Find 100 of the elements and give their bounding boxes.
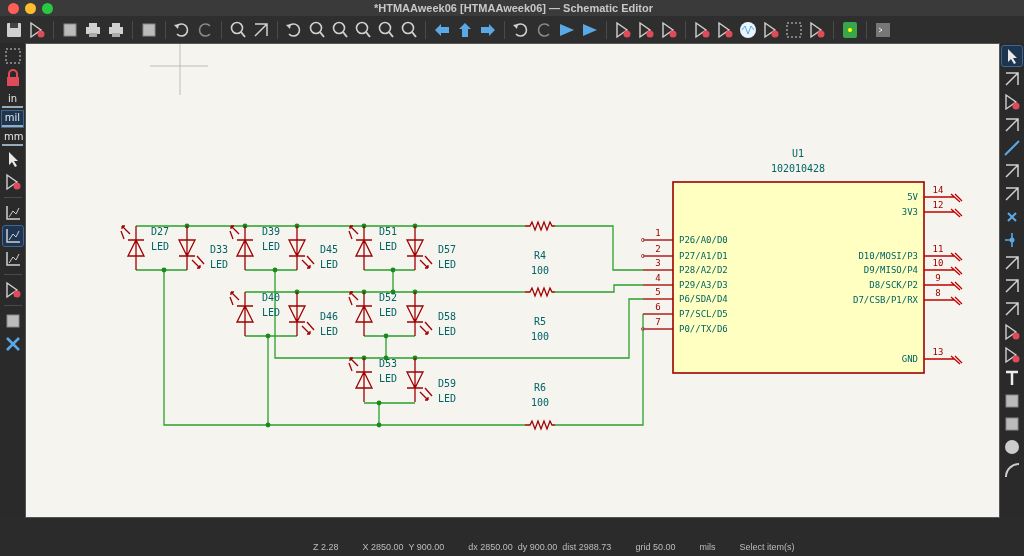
led-symbol <box>288 291 315 337</box>
resistor-reference: R5 <box>534 316 546 327</box>
pin-name: P7/SCL/D5 <box>679 309 728 319</box>
led-value: LED <box>379 241 398 252</box>
led-value: LED <box>210 259 229 270</box>
zoom-objects-icon[interactable] <box>376 19 396 40</box>
led-value: LED <box>262 307 281 318</box>
pin-number: 12 <box>932 200 944 210</box>
resistor-value: 100 <box>530 331 550 342</box>
pin-name: P29/A3/D3 <box>679 280 728 290</box>
led-symbol <box>348 357 374 403</box>
junction-dot <box>361 289 367 295</box>
led-symbol <box>229 291 255 337</box>
zoom-window-button[interactable] <box>42 2 53 14</box>
pin-number: 2 <box>655 244 661 254</box>
pin-name: P0//TX/D6 <box>679 324 728 334</box>
status-text: Z 2.28 <box>313 542 339 552</box>
resistor-symbol <box>524 220 556 232</box>
close-window-button[interactable] <box>8 2 19 14</box>
led-symbol <box>348 225 374 271</box>
zoom-in-icon[interactable] <box>307 19 327 40</box>
pin-flag <box>923 193 963 203</box>
pin-flag <box>923 208 963 218</box>
simulator-icon[interactable] <box>738 19 758 40</box>
junction-dot <box>265 333 271 339</box>
minimize-window-button[interactable] <box>25 2 36 14</box>
junction-dot <box>361 355 367 361</box>
pcb-icon[interactable] <box>840 19 860 40</box>
junction-dot <box>184 223 190 229</box>
ic-value: 102010428 <box>770 163 826 174</box>
pin-name: 5V <box>907 192 918 202</box>
led-value: LED <box>262 241 281 252</box>
pin-number: 11 <box>932 244 944 254</box>
led-symbol <box>120 225 146 271</box>
led-value: LED <box>438 259 457 270</box>
pin-number: 9 <box>935 273 941 283</box>
junction-dot <box>383 333 389 339</box>
status-text: grid 50.00 <box>635 542 676 552</box>
grid-icon[interactable] <box>2 46 23 66</box>
led-symbol <box>348 291 374 337</box>
led-symbol <box>229 225 255 271</box>
pin-name: P27/A1/D1 <box>679 251 728 261</box>
pin-name: D7/CSB/P1/RX <box>852 295 918 305</box>
led-reference: D57 <box>438 244 457 255</box>
status-text: X 2850.00 Y 900.00 <box>362 542 445 552</box>
status-text: dx 2850.00 dy 900.00 dist 2988.73 <box>468 542 612 552</box>
zoom-out-icon[interactable] <box>330 19 350 40</box>
resistor-symbol <box>524 419 556 431</box>
resistor-value: 100 <box>530 265 550 276</box>
pin-name: P26/A0/D0 <box>679 235 728 245</box>
led-reference: D53 <box>379 358 398 369</box>
pin-name: 3V3 <box>901 207 918 217</box>
pin-flag <box>923 266 963 276</box>
find-icon[interactable] <box>228 19 248 40</box>
pin-number: 10 <box>932 258 944 268</box>
junction-dot <box>265 422 271 428</box>
pin-name: D9/MISO/P4 <box>863 265 918 275</box>
resistor-reference: R4 <box>534 250 546 261</box>
pin-number: 4 <box>655 273 661 283</box>
pin-flag <box>923 355 963 365</box>
crosshair-cursor <box>149 44 209 96</box>
pin-number: 14 <box>932 185 944 195</box>
pin <box>640 253 674 259</box>
led-reference: D52 <box>379 292 398 303</box>
junction-dot <box>390 289 396 295</box>
arc-icon[interactable] <box>1002 460 1022 480</box>
circle-icon[interactable] <box>1002 437 1022 457</box>
led-value: LED <box>379 307 398 318</box>
junction-dot <box>376 422 382 428</box>
zoom-selection-icon[interactable] <box>399 19 419 40</box>
pin-name: D8/SCK/P2 <box>869 280 918 290</box>
junction-dot <box>376 400 382 406</box>
pin-name: GND <box>901 354 918 364</box>
unit-button[interactable]: in <box>2 92 23 108</box>
led-reference: D45 <box>320 244 339 255</box>
junction-dot <box>383 355 389 361</box>
ic-reference: U1 <box>792 148 804 159</box>
wire-icon[interactable] <box>1002 138 1022 158</box>
junction-dot <box>161 267 167 273</box>
resistor-reference: R6 <box>534 382 546 393</box>
junction-dot <box>412 289 418 295</box>
junction-dot <box>294 223 300 229</box>
resistor-value: 100 <box>530 397 550 408</box>
junction-dot <box>361 223 367 229</box>
unit-button[interactable]: mm <box>2 130 23 146</box>
led-reference: D58 <box>438 311 457 322</box>
led-reference: D27 <box>151 226 170 237</box>
junction-dot <box>242 223 248 229</box>
pin-flag <box>923 296 963 306</box>
led-symbol <box>178 225 205 271</box>
zoom-fit-icon[interactable] <box>353 19 373 40</box>
status-text: mils <box>699 542 716 552</box>
led-reference: D46 <box>320 311 339 322</box>
led-reference: D59 <box>438 378 457 389</box>
led-value: LED <box>320 259 339 270</box>
pin-number: 5 <box>655 287 661 297</box>
led-symbol <box>406 291 433 337</box>
unit-button[interactable]: mil <box>2 111 23 127</box>
rectangle-icon[interactable] <box>1002 414 1022 434</box>
led-value: LED <box>151 241 170 252</box>
